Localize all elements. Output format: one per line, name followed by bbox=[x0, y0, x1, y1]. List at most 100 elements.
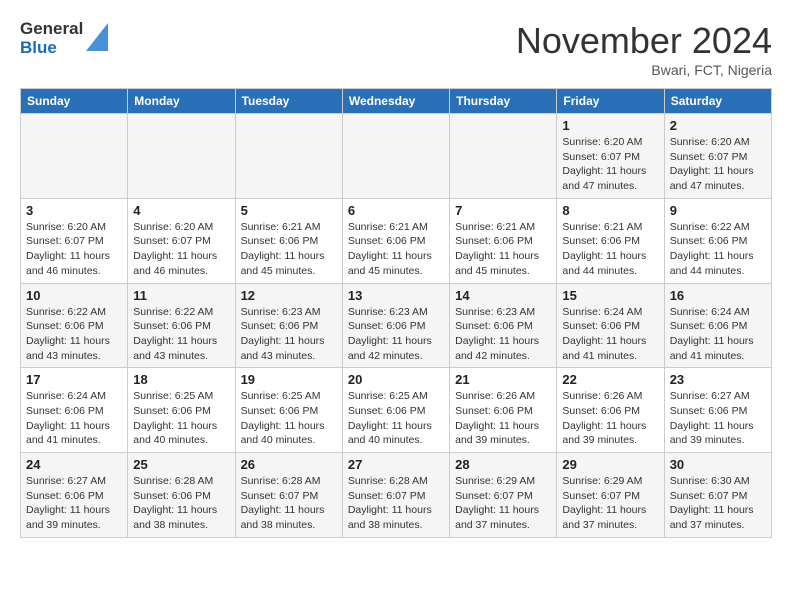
calendar-cell: 14 Sunrise: 6:23 AM Sunset: 6:06 PM Dayli… bbox=[450, 283, 557, 368]
calendar-cell: 16 Sunrise: 6:24 AM Sunset: 6:06 PM Dayli… bbox=[664, 283, 771, 368]
day-number: 20 bbox=[348, 372, 444, 387]
day-info: Sunrise: 6:23 AM Sunset: 6:06 PM Dayligh… bbox=[455, 305, 551, 364]
calendar-cell: 23 Sunrise: 6:27 AM Sunset: 6:06 PM Dayli… bbox=[664, 368, 771, 453]
logo-blue: Blue bbox=[20, 39, 83, 58]
calendar-cell bbox=[342, 114, 449, 199]
calendar-cell: 3 Sunrise: 6:20 AM Sunset: 6:07 PM Daylig… bbox=[21, 198, 128, 283]
day-number: 4 bbox=[133, 203, 229, 218]
day-number: 22 bbox=[562, 372, 658, 387]
day-info: Sunrise: 6:29 AM Sunset: 6:07 PM Dayligh… bbox=[562, 474, 658, 533]
calendar-cell: 26 Sunrise: 6:28 AM Sunset: 6:07 PM Dayli… bbox=[235, 453, 342, 538]
day-info: Sunrise: 6:21 AM Sunset: 6:06 PM Dayligh… bbox=[562, 220, 658, 279]
day-number: 12 bbox=[241, 288, 337, 303]
day-info: Sunrise: 6:30 AM Sunset: 6:07 PM Dayligh… bbox=[670, 474, 766, 533]
calendar-cell: 12 Sunrise: 6:23 AM Sunset: 6:06 PM Dayli… bbox=[235, 283, 342, 368]
day-info: Sunrise: 6:20 AM Sunset: 6:07 PM Dayligh… bbox=[670, 135, 766, 194]
day-info: Sunrise: 6:28 AM Sunset: 6:06 PM Dayligh… bbox=[133, 474, 229, 533]
day-info: Sunrise: 6:20 AM Sunset: 6:07 PM Dayligh… bbox=[133, 220, 229, 279]
day-number: 23 bbox=[670, 372, 766, 387]
logo-general: General bbox=[20, 20, 83, 39]
calendar-cell: 27 Sunrise: 6:28 AM Sunset: 6:07 PM Dayli… bbox=[342, 453, 449, 538]
calendar-week-3: 10 Sunrise: 6:22 AM Sunset: 6:06 PM Dayli… bbox=[21, 283, 772, 368]
day-number: 19 bbox=[241, 372, 337, 387]
calendar-cell: 20 Sunrise: 6:25 AM Sunset: 6:06 PM Dayli… bbox=[342, 368, 449, 453]
calendar-week-1: 1 Sunrise: 6:20 AM Sunset: 6:07 PM Daylig… bbox=[21, 114, 772, 199]
title-block: November 2024 Bwari, FCT, Nigeria bbox=[516, 20, 772, 78]
day-number: 13 bbox=[348, 288, 444, 303]
day-number: 27 bbox=[348, 457, 444, 472]
calendar-header-sunday: Sunday bbox=[21, 89, 128, 114]
day-number: 16 bbox=[670, 288, 766, 303]
calendar-header-wednesday: Wednesday bbox=[342, 89, 449, 114]
calendar-cell: 19 Sunrise: 6:25 AM Sunset: 6:06 PM Dayli… bbox=[235, 368, 342, 453]
day-info: Sunrise: 6:27 AM Sunset: 6:06 PM Dayligh… bbox=[26, 474, 122, 533]
day-info: Sunrise: 6:27 AM Sunset: 6:06 PM Dayligh… bbox=[670, 389, 766, 448]
calendar-header-monday: Monday bbox=[128, 89, 235, 114]
calendar-header-tuesday: Tuesday bbox=[235, 89, 342, 114]
month-title: November 2024 bbox=[516, 20, 772, 62]
calendar-cell: 28 Sunrise: 6:29 AM Sunset: 6:07 PM Dayli… bbox=[450, 453, 557, 538]
calendar-week-4: 17Sunrise: 6:24 AM Sunset: 6:06 PM Dayli… bbox=[21, 368, 772, 453]
day-number: 3 bbox=[26, 203, 122, 218]
day-info: Sunrise: 6:21 AM Sunset: 6:06 PM Dayligh… bbox=[455, 220, 551, 279]
day-number: 8 bbox=[562, 203, 658, 218]
day-info: Sunrise: 6:25 AM Sunset: 6:06 PM Dayligh… bbox=[241, 389, 337, 448]
calendar-cell: 21 Sunrise: 6:26 AM Sunset: 6:06 PM Dayli… bbox=[450, 368, 557, 453]
day-info: Sunrise: 6:26 AM Sunset: 6:06 PM Dayligh… bbox=[562, 389, 658, 448]
calendar-cell: 4 Sunrise: 6:20 AM Sunset: 6:07 PM Daylig… bbox=[128, 198, 235, 283]
day-number: 17 bbox=[26, 372, 122, 387]
day-number: 7 bbox=[455, 203, 551, 218]
day-number: 5 bbox=[241, 203, 337, 218]
calendar-header-row: SundayMondayTuesdayWednesdayThursdayFrid… bbox=[21, 89, 772, 114]
calendar-cell: 6 Sunrise: 6:21 AM Sunset: 6:06 PM Daylig… bbox=[342, 198, 449, 283]
calendar-cell: 18Sunrise: 6:25 AM Sunset: 6:06 PM Dayli… bbox=[128, 368, 235, 453]
calendar-cell: 17Sunrise: 6:24 AM Sunset: 6:06 PM Dayli… bbox=[21, 368, 128, 453]
day-info: Sunrise: 6:24 AM Sunset: 6:06 PM Dayligh… bbox=[562, 305, 658, 364]
calendar-header-friday: Friday bbox=[557, 89, 664, 114]
calendar-cell bbox=[235, 114, 342, 199]
calendar-cell: 2 Sunrise: 6:20 AM Sunset: 6:07 PM Daylig… bbox=[664, 114, 771, 199]
calendar-cell: 13Sunrise: 6:23 AM Sunset: 6:06 PM Dayli… bbox=[342, 283, 449, 368]
calendar-cell: 30Sunrise: 6:30 AM Sunset: 6:07 PM Dayli… bbox=[664, 453, 771, 538]
day-number: 1 bbox=[562, 118, 658, 133]
calendar-header-thursday: Thursday bbox=[450, 89, 557, 114]
day-info: Sunrise: 6:20 AM Sunset: 6:07 PM Dayligh… bbox=[562, 135, 658, 194]
day-info: Sunrise: 6:28 AM Sunset: 6:07 PM Dayligh… bbox=[241, 474, 337, 533]
page-header: General Blue November 2024 Bwari, FCT, N… bbox=[20, 20, 772, 78]
day-info: Sunrise: 6:20 AM Sunset: 6:07 PM Dayligh… bbox=[26, 220, 122, 279]
day-number: 15 bbox=[562, 288, 658, 303]
day-info: Sunrise: 6:21 AM Sunset: 6:06 PM Dayligh… bbox=[348, 220, 444, 279]
calendar-cell: 22 Sunrise: 6:26 AM Sunset: 6:06 PM Dayli… bbox=[557, 368, 664, 453]
calendar-cell bbox=[450, 114, 557, 199]
calendar-week-5: 24 Sunrise: 6:27 AM Sunset: 6:06 PM Dayli… bbox=[21, 453, 772, 538]
day-number: 9 bbox=[670, 203, 766, 218]
day-number: 26 bbox=[241, 457, 337, 472]
day-info: Sunrise: 6:29 AM Sunset: 6:07 PM Dayligh… bbox=[455, 474, 551, 533]
day-number: 29 bbox=[562, 457, 658, 472]
calendar-cell: 29 Sunrise: 6:29 AM Sunset: 6:07 PM Dayli… bbox=[557, 453, 664, 538]
day-info: Sunrise: 6:26 AM Sunset: 6:06 PM Dayligh… bbox=[455, 389, 551, 448]
day-number: 28 bbox=[455, 457, 551, 472]
day-info: Sunrise: 6:22 AM Sunset: 6:06 PM Dayligh… bbox=[670, 220, 766, 279]
calendar-cell: 5Sunrise: 6:21 AM Sunset: 6:06 PM Daylig… bbox=[235, 198, 342, 283]
day-info: Sunrise: 6:28 AM Sunset: 6:07 PM Dayligh… bbox=[348, 474, 444, 533]
logo-icon bbox=[86, 23, 108, 51]
day-info: Sunrise: 6:23 AM Sunset: 6:06 PM Dayligh… bbox=[241, 305, 337, 364]
day-info: Sunrise: 6:25 AM Sunset: 6:06 PM Dayligh… bbox=[133, 389, 229, 448]
day-number: 14 bbox=[455, 288, 551, 303]
calendar-table: SundayMondayTuesdayWednesdayThursdayFrid… bbox=[20, 88, 772, 538]
day-number: 24 bbox=[26, 457, 122, 472]
calendar-cell bbox=[21, 114, 128, 199]
day-info: Sunrise: 6:22 AM Sunset: 6:06 PM Dayligh… bbox=[26, 305, 122, 364]
day-number: 21 bbox=[455, 372, 551, 387]
day-info: Sunrise: 6:25 AM Sunset: 6:06 PM Dayligh… bbox=[348, 389, 444, 448]
calendar-cell: 24 Sunrise: 6:27 AM Sunset: 6:06 PM Dayli… bbox=[21, 453, 128, 538]
day-number: 10 bbox=[26, 288, 122, 303]
day-info: Sunrise: 6:24 AM Sunset: 6:06 PM Dayligh… bbox=[670, 305, 766, 364]
calendar-cell: 9 Sunrise: 6:22 AM Sunset: 6:06 PM Daylig… bbox=[664, 198, 771, 283]
calendar-cell: 10 Sunrise: 6:22 AM Sunset: 6:06 PM Dayli… bbox=[21, 283, 128, 368]
calendar-header-saturday: Saturday bbox=[664, 89, 771, 114]
day-number: 6 bbox=[348, 203, 444, 218]
calendar-cell: 8 Sunrise: 6:21 AM Sunset: 6:06 PM Daylig… bbox=[557, 198, 664, 283]
day-number: 2 bbox=[670, 118, 766, 133]
